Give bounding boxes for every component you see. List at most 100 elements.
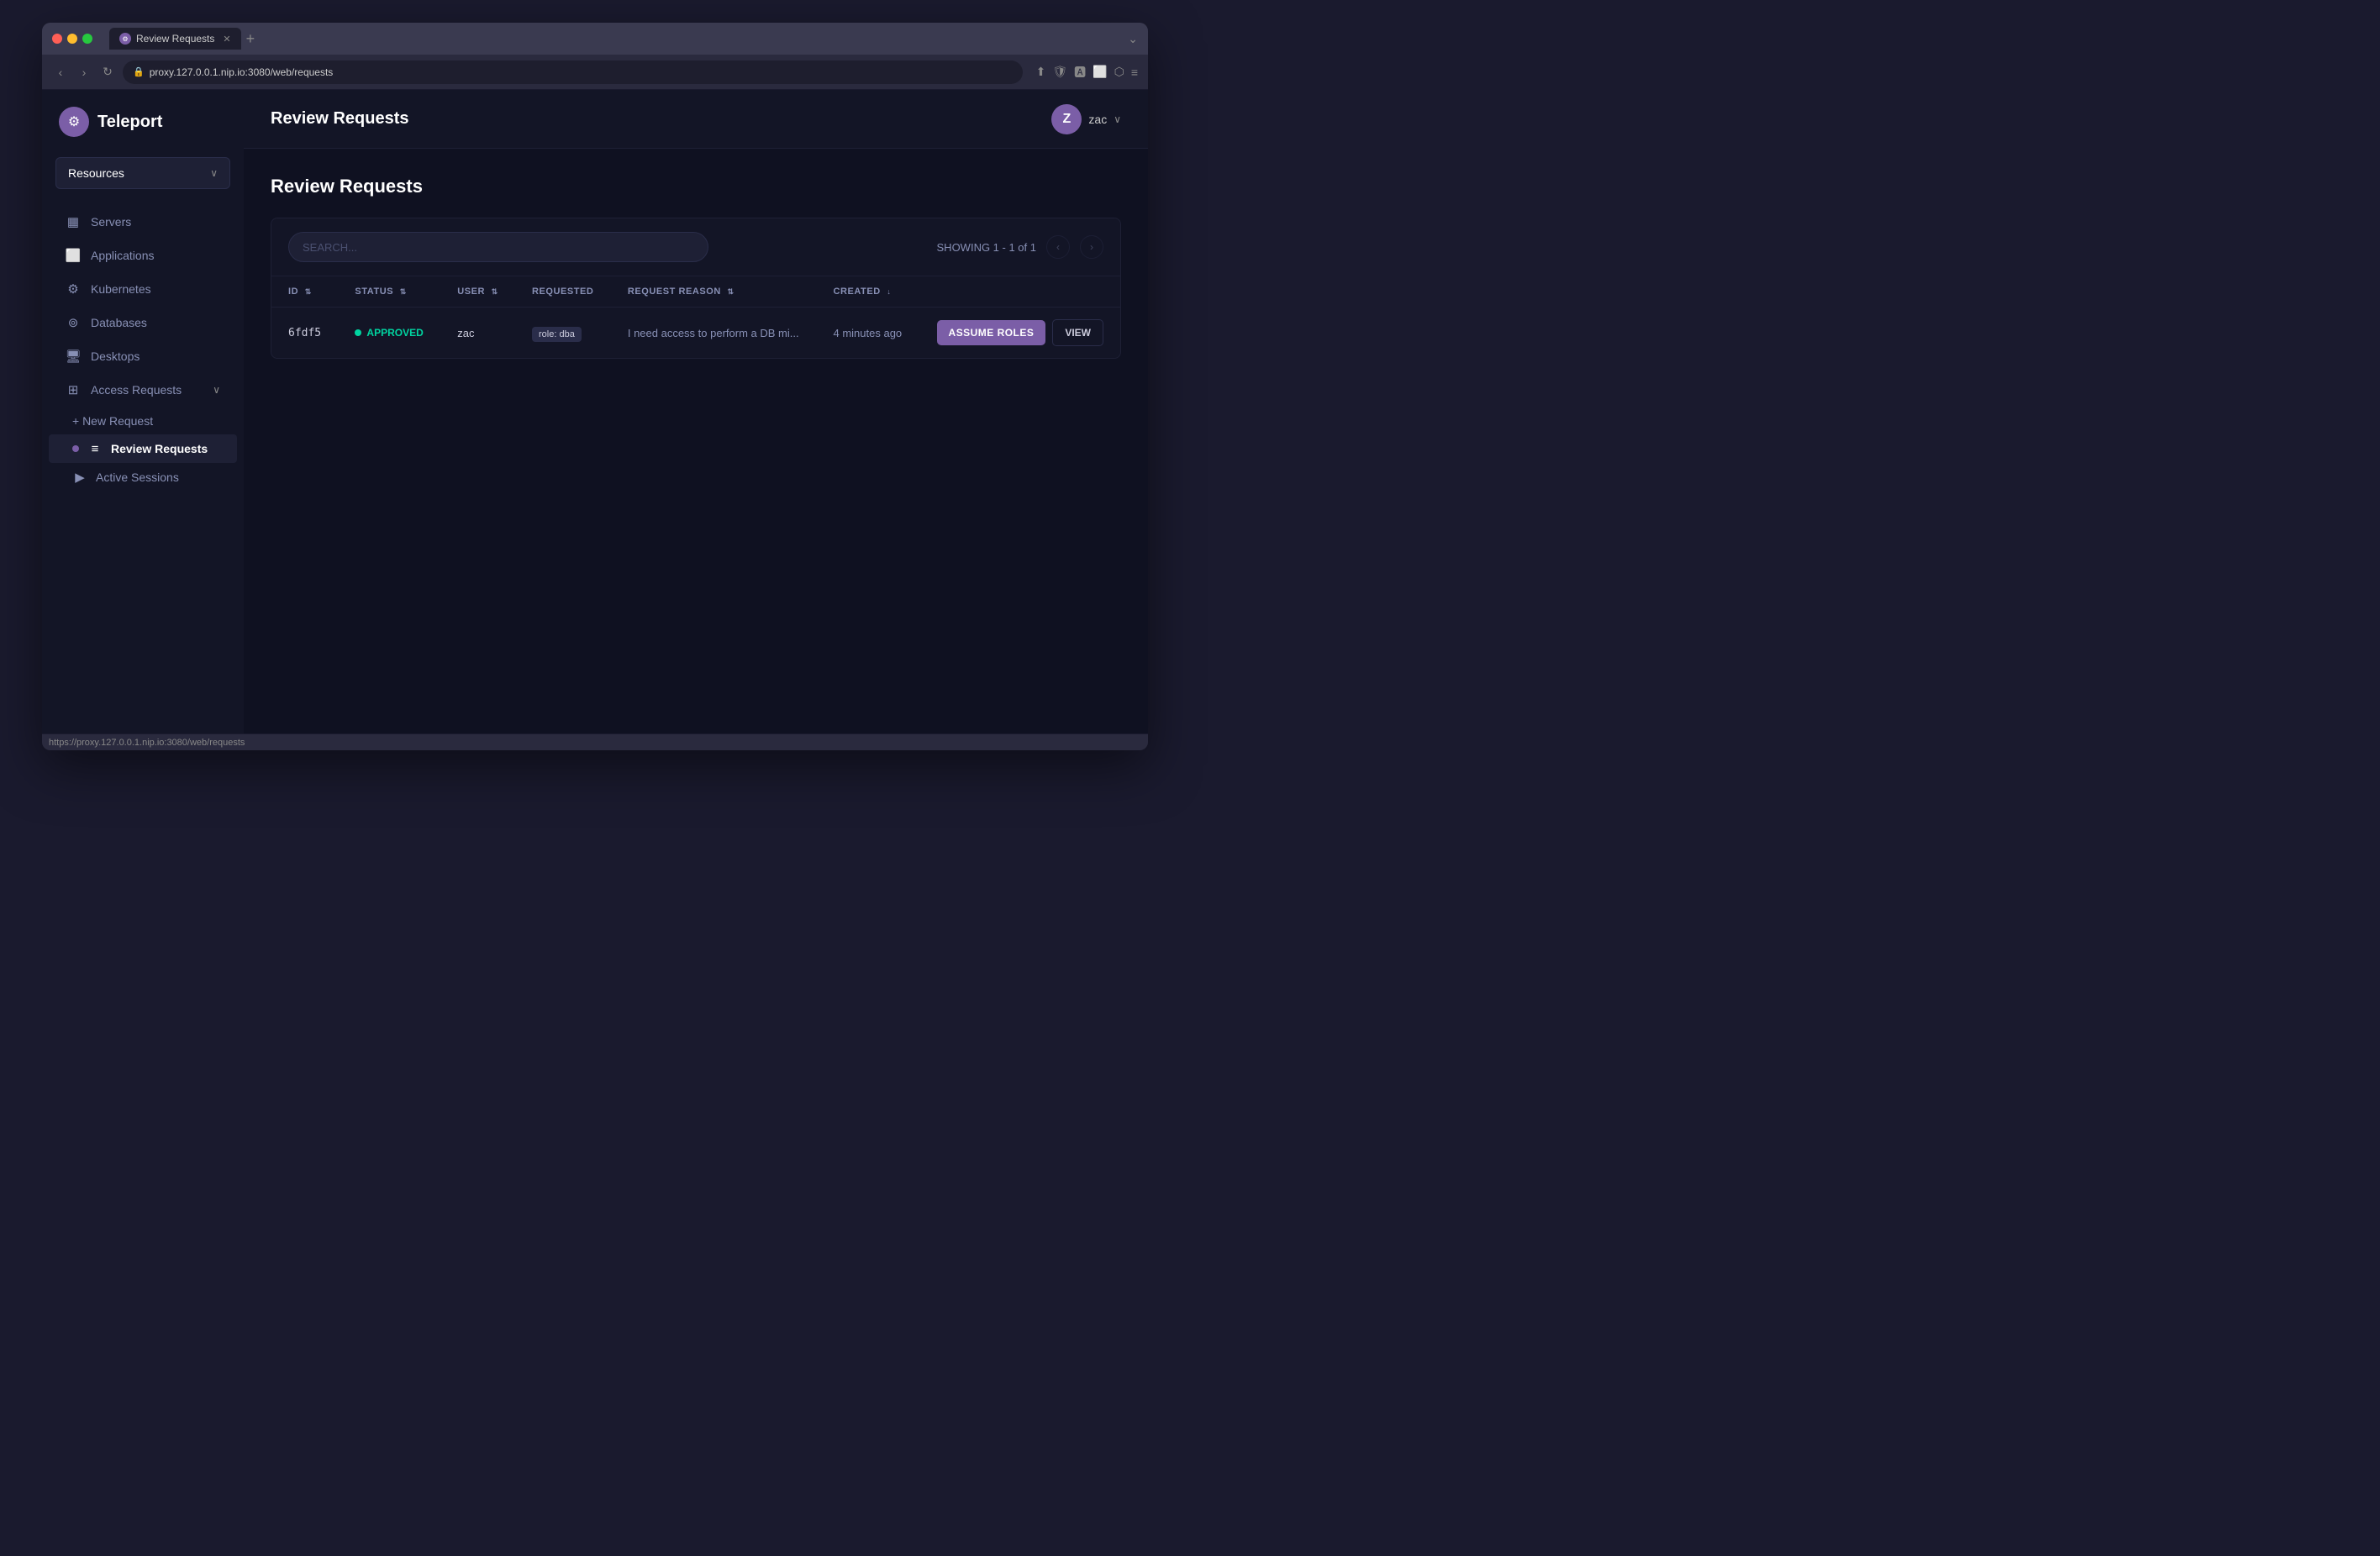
column-header-user[interactable]: USER xyxy=(440,276,515,308)
fullscreen-button[interactable] xyxy=(82,34,92,44)
extension-icon[interactable]: 🅰 xyxy=(1074,64,1086,81)
column-header-status[interactable]: STATUS xyxy=(338,276,440,308)
sidebar-item-servers[interactable]: ▦ Servers xyxy=(49,206,237,238)
row-actions: ASSUME ROLES VIEW xyxy=(936,319,1103,346)
active-sessions-label: Active Sessions xyxy=(96,470,179,484)
sidebar-nav: ▦ Servers ⬜ Applications ⚙ Kubernetes ⊚ … xyxy=(42,206,244,717)
data-table: ID STATUS USER xyxy=(271,276,1120,358)
sidebar: ⚙ Teleport Resources ∨ ▦ Servers ⬜ Appli… xyxy=(42,90,244,733)
main-content: Review Requests Z zac ∨ Review Requests … xyxy=(244,90,1148,733)
created-time-text: 4 minutes ago xyxy=(834,327,903,339)
sidebar-item-label: Desktops xyxy=(91,350,140,363)
table-container: SHOWING 1 - 1 of 1 ‹ › ID xyxy=(271,218,1121,359)
browser-titlebar: ⚙ Review Requests ✕ + ⌄ xyxy=(42,23,1148,55)
menu-icon[interactable]: ≡ xyxy=(1131,66,1138,79)
sidebar-item-label: Applications xyxy=(91,249,155,262)
app-content: ⚙ Teleport Resources ∨ ▦ Servers ⬜ Appli… xyxy=(42,90,1148,733)
review-requests-label: Review Requests xyxy=(111,442,208,455)
sidebar-item-new-request[interactable]: + New Request xyxy=(42,407,244,434)
sidebar-logo: ⚙ Teleport xyxy=(42,107,244,157)
sidebar-item-review-requests[interactable]: ≡ Review Requests xyxy=(49,434,237,463)
sort-icon-created xyxy=(887,287,891,296)
shield-icon[interactable]: 🛡 xyxy=(1052,65,1067,79)
close-button[interactable] xyxy=(52,34,62,44)
column-header-created[interactable]: CREATED xyxy=(817,276,919,308)
profiles-icon[interactable]: ⬡ xyxy=(1114,65,1124,79)
sidebar-item-databases[interactable]: ⊚ Databases xyxy=(49,307,237,339)
sidebar-toggle-icon[interactable]: ⬜ xyxy=(1093,65,1107,79)
resources-label: Resources xyxy=(68,166,124,180)
assume-roles-button[interactable]: ASSUME ROLES xyxy=(937,320,1046,345)
logo-icon: ⚙ xyxy=(59,107,89,137)
user-name: zac xyxy=(1088,113,1107,126)
active-indicator xyxy=(72,445,79,452)
status-badge: APPROVED xyxy=(355,327,424,339)
search-input[interactable] xyxy=(288,232,708,262)
cell-id: 6fdf5 xyxy=(271,308,338,359)
active-tab[interactable]: ⚙ Review Requests ✕ xyxy=(109,28,241,50)
tab-close-icon[interactable]: ✕ xyxy=(223,34,230,45)
new-request-label: + New Request xyxy=(72,414,153,428)
column-header-requested: REQUESTED xyxy=(515,276,611,308)
access-requests-chevron-icon: ∨ xyxy=(213,384,220,396)
cell-user: zac xyxy=(440,308,515,359)
user-area[interactable]: Z zac ∨ xyxy=(1051,104,1121,134)
lock-icon: 🔒 xyxy=(133,66,145,77)
access-requests-label: Access Requests xyxy=(91,383,203,397)
column-header-id[interactable]: ID xyxy=(271,276,338,308)
browser-addressbar: ‹ › ↻ 🔒 proxy.127.0.0.1.nip.io:3080/web/… xyxy=(42,55,1148,90)
tab-area: ⚙ Review Requests ✕ + xyxy=(109,28,1121,50)
address-bar[interactable]: 🔒 proxy.127.0.0.1.nip.io:3080/web/reques… xyxy=(123,60,1023,84)
sidebar-item-active-sessions[interactable]: ▶ Active Sessions xyxy=(42,463,244,492)
main-header: Review Requests Z zac ∨ xyxy=(244,90,1148,149)
avatar: Z xyxy=(1051,104,1082,134)
pagination-next-button[interactable]: › xyxy=(1080,235,1103,259)
pagination-prev-button[interactable]: ‹ xyxy=(1046,235,1070,259)
statusbar-url: https://proxy.127.0.0.1.nip.io:3080/web/… xyxy=(49,738,245,748)
sidebar-item-label: Servers xyxy=(91,215,131,229)
role-badge: role: dba xyxy=(532,327,582,342)
view-button[interactable]: VIEW xyxy=(1052,319,1103,346)
browser-window: ⚙ Review Requests ✕ + ⌄ ‹ › ↻ 🔒 proxy.12… xyxy=(42,23,1148,750)
sidebar-item-label: Kubernetes xyxy=(91,282,151,296)
resources-dropdown[interactable]: Resources ∨ xyxy=(55,157,230,189)
traffic-lights xyxy=(52,34,92,44)
page-body: Review Requests SHOWING 1 - 1 of 1 ‹ › xyxy=(244,149,1148,733)
cell-status: APPROVED xyxy=(338,308,440,359)
sidebar-item-kubernetes[interactable]: ⚙ Kubernetes xyxy=(49,273,237,305)
active-sessions-icon: ▶ xyxy=(72,470,87,485)
table-header-row: ID STATUS USER xyxy=(271,276,1120,308)
column-header-actions xyxy=(919,276,1120,308)
request-reason-text: I need access to perform a DB mi... xyxy=(628,327,799,339)
sidebar-item-desktops[interactable]: 🖥 Desktops xyxy=(49,340,237,372)
browser-actions: ⬆ 🛡 🅰 ⬜ ⬡ ≡ xyxy=(1036,64,1138,81)
sort-icon-reason xyxy=(727,287,734,297)
access-requests-subnav: + New Request ≡ Review Requests ▶ Active… xyxy=(42,407,244,492)
forward-button[interactable]: › xyxy=(76,66,92,79)
showing-label: SHOWING 1 - 1 of 1 xyxy=(937,241,1036,254)
review-requests-icon: ≡ xyxy=(87,441,103,456)
sidebar-item-access-requests[interactable]: ⊞ Access Requests ∨ xyxy=(49,374,237,406)
minimize-button[interactable] xyxy=(67,34,77,44)
reload-button[interactable]: ↻ xyxy=(99,65,116,79)
chevron-down-icon: ∨ xyxy=(210,167,218,179)
cell-requested: role: dba xyxy=(515,308,611,359)
sort-icon-id xyxy=(305,287,312,297)
status-text: APPROVED xyxy=(366,327,423,339)
access-requests-icon: ⊞ xyxy=(66,382,81,397)
back-button[interactable]: ‹ xyxy=(52,66,69,79)
tab-favicon-icon: ⚙ xyxy=(119,33,131,45)
column-header-request-reason[interactable]: REQUEST REASON xyxy=(611,276,817,308)
browser-statusbar: https://proxy.127.0.0.1.nip.io:3080/web/… xyxy=(42,733,1148,750)
table-row: 6fdf5 APPROVED zac role: dba xyxy=(271,308,1120,359)
status-dot xyxy=(355,329,361,336)
share-icon[interactable]: ⬆ xyxy=(1036,65,1046,79)
table-toolbar: SHOWING 1 - 1 of 1 ‹ › xyxy=(271,218,1120,276)
page-title: Review Requests xyxy=(271,109,1051,129)
sidebar-item-applications[interactable]: ⬜ Applications xyxy=(49,239,237,271)
kubernetes-icon: ⚙ xyxy=(66,281,81,297)
new-tab-button[interactable]: + xyxy=(246,30,255,48)
user-menu-chevron-icon: ∨ xyxy=(1114,113,1121,125)
cell-request-reason: I need access to perform a DB mi... xyxy=(611,308,817,359)
applications-icon: ⬜ xyxy=(66,248,81,263)
